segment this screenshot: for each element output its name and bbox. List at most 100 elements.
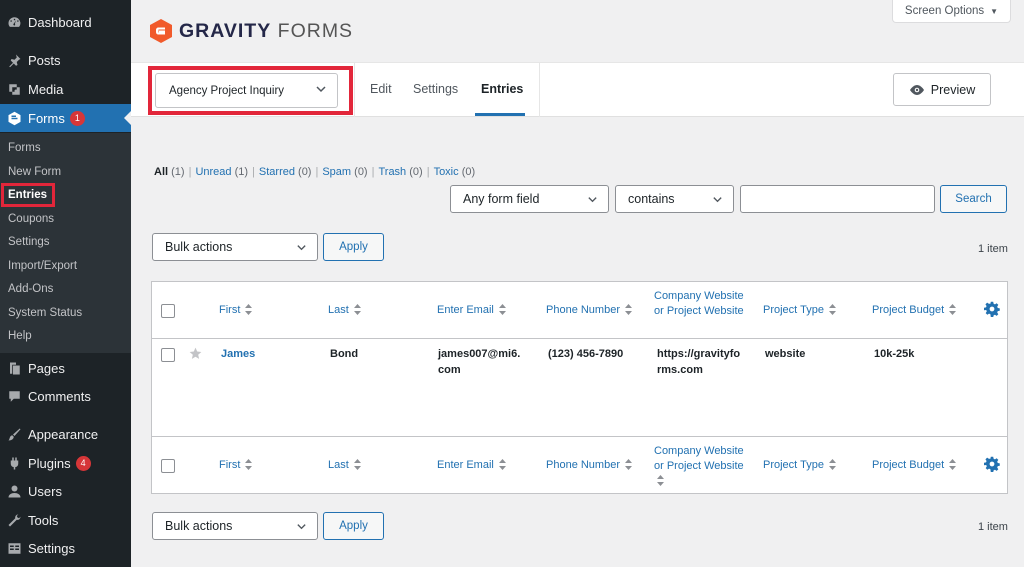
column-header-last[interactable]: Last [328,303,361,318]
menu-label: Pages [28,360,65,376]
chevron-down-icon [297,524,306,530]
bulk-actions-value: Bulk actions [165,519,233,533]
column-footer-first[interactable]: First [219,458,253,473]
apply-button-top[interactable]: Apply [323,233,384,261]
column-label: Phone Number [546,459,620,471]
column-footer-last[interactable]: Last [328,458,361,473]
items-count-top: 1 item [978,243,1008,255]
column-label: Project Budget [872,304,945,316]
column-footer-website[interactable]: Company Website or Project Website [654,444,744,489]
cell-website-line: rms.com [657,364,703,376]
forms-submenu: Forms New Form Entries Coupons Settings … [0,133,131,353]
menu-settings[interactable]: Settings [0,534,131,562]
pages-icon [6,360,22,376]
menu-plugins[interactable]: Plugins 4 [0,449,131,477]
pin-icon [6,52,22,68]
column-header-email[interactable]: Enter Email [437,303,506,318]
sort-icon [498,459,506,470]
submenu-forms[interactable]: Forms [8,142,41,154]
submenu-import-export[interactable]: Import/Export [8,260,77,272]
search-input[interactable] [740,185,935,213]
menu-label: Dashboard [28,14,92,30]
menu-comments[interactable]: Comments [0,382,131,410]
gear-icon[interactable] [984,456,1000,472]
filter-count: (1) [234,166,249,178]
cell-project-type: website [765,348,806,360]
filter-spam[interactable]: Spam [322,166,351,178]
menu-dashboard[interactable]: Dashboard [0,8,131,36]
gravity-forms-logo: GRAVITY FORMS [150,19,353,43]
select-all-checkbox[interactable] [161,304,175,318]
preview-button[interactable]: Preview [893,73,991,106]
screen-options-label: Screen Options [904,5,985,17]
menu-label: Tools [28,512,59,528]
caret-down-icon: ▼ [990,6,999,16]
star-icon[interactable] [189,347,202,360]
toolbar-divider [539,63,540,117]
column-footer-project-type[interactable]: Project Type [763,458,836,473]
admin-sidebar: Dashboard Posts Media Forms 1 Forms New … [0,0,131,567]
entry-filter-links: All (1) | Unread (1) | Starred (0) | Spam (0) |… [154,166,476,178]
bulk-actions-select-bottom[interactable]: Bulk actions [152,512,318,540]
filter-toxic[interactable]: Toxic [434,166,459,178]
column-header-first[interactable]: First [219,303,253,318]
column-footer-email[interactable]: Enter Email [437,458,506,473]
menu-appearance[interactable]: Appearance [0,420,131,448]
eye-icon [909,84,924,95]
sort-icon [949,304,957,315]
items-count-bottom: 1 item [978,521,1008,533]
submenu-system-status[interactable]: System Status [8,307,82,319]
search-button[interactable]: Search [940,185,1007,213]
menu-posts[interactable]: Posts [0,46,131,74]
column-header-project-type[interactable]: Project Type [763,303,836,318]
cell-first-name[interactable]: James [221,346,255,362]
operator-select[interactable]: contains [615,185,734,213]
menu-label: Users [28,483,62,499]
row-checkbox[interactable] [161,348,175,362]
column-label: Project Budget [872,459,945,471]
submenu-coupons[interactable]: Coupons [8,213,54,225]
column-label: Project Type [763,304,824,316]
dashboard-icon [6,14,22,30]
filter-count: (0) [461,166,476,178]
column-footer-phone[interactable]: Phone Number [546,458,632,473]
bulk-actions-select-top[interactable]: Bulk actions [152,233,318,261]
column-header-project-budget[interactable]: Project Budget [872,303,957,318]
menu-users[interactable]: Users [0,477,131,505]
select-all-checkbox[interactable] [161,459,175,473]
sort-icon [353,459,361,470]
screen-options-button[interactable]: Screen Options ▼ [892,0,1011,23]
column-footer-project-budget[interactable]: Project Budget [872,458,957,473]
menu-pages[interactable]: Pages [0,354,131,382]
filter-starred[interactable]: Starred [259,166,295,178]
menu-forms[interactable]: Forms 1 [0,104,131,132]
tab-edit[interactable]: Edit [370,82,392,96]
field-filter-select[interactable]: Any form field [450,185,609,213]
plugins-badge: 4 [75,455,91,471]
filter-trash[interactable]: Trash [378,166,406,178]
apply-button-bottom[interactable]: Apply [323,512,384,540]
form-toolbar: Agency Project Inquiry Edit Settings Ent… [131,62,1024,117]
menu-media[interactable]: Media [0,75,131,103]
submenu-help[interactable]: Help [8,330,32,342]
submenu-settings[interactable]: Settings [8,236,50,248]
filter-all[interactable]: All [154,166,168,178]
gear-icon[interactable] [984,301,1000,317]
tab-entries[interactable]: Entries [481,82,523,96]
forms-badge: 1 [69,110,85,126]
column-label: First [219,304,241,316]
menu-tools[interactable]: Tools [0,506,131,534]
menu-label: Settings [28,540,75,556]
submenu-add-ons[interactable]: Add-Ons [8,283,53,295]
active-tab-underline [475,113,525,116]
menu-label: Forms [28,110,65,126]
column-header-website[interactable]: Company Website or Project Website [654,289,744,319]
sort-icon [245,459,253,470]
menu-label: Appearance [28,426,99,442]
submenu-new-form[interactable]: New Form [8,166,61,178]
tab-settings[interactable]: Settings [413,82,458,96]
column-header-phone[interactable]: Phone Number [546,303,632,318]
column-label: Last [328,304,349,316]
logo-text-light: FORMS [277,19,354,42]
filter-unread[interactable]: Unread [195,166,231,178]
